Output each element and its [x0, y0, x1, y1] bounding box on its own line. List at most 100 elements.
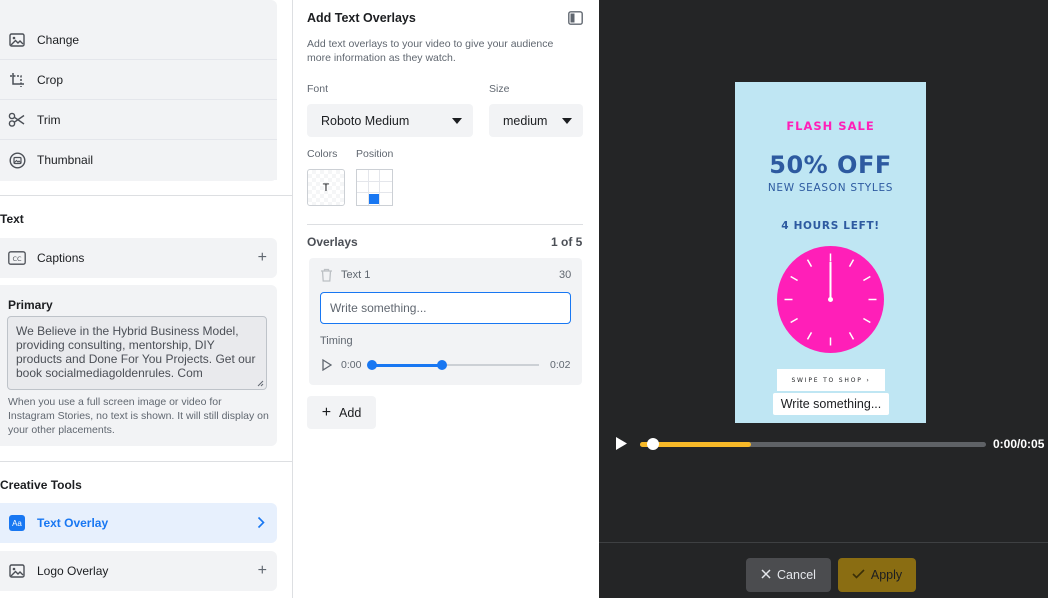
trim-button[interactable]: Trim	[0, 100, 277, 140]
cancel-label: Cancel	[777, 568, 816, 582]
timing-label: Timing	[320, 335, 353, 347]
divider	[307, 224, 583, 225]
position-cell[interactable]	[368, 181, 381, 194]
text-section-title: Text	[0, 212, 24, 226]
overlay-text-input[interactable]	[320, 292, 571, 324]
font-value: Roboto Medium	[321, 113, 410, 128]
apply-button[interactable]: Apply	[838, 558, 916, 592]
creative-tools-title: Creative Tools	[0, 478, 82, 492]
plus-icon: +	[321, 403, 332, 421]
thumbnail-icon	[8, 151, 26, 169]
crop-icon	[8, 71, 26, 89]
image-icon	[8, 31, 26, 49]
thumbnail-label: Thumbnail	[37, 153, 94, 167]
size-dropdown[interactable]: medium	[489, 104, 583, 137]
caret-down-icon	[562, 118, 572, 124]
panel-description: Add text overlays to your video to give …	[307, 38, 554, 64]
image-icon	[8, 562, 26, 580]
timing-slider-track[interactable]	[367, 360, 539, 370]
position-cell[interactable]	[368, 193, 381, 205]
colors-label: Colors	[307, 148, 338, 160]
position-cell[interactable]	[380, 193, 392, 205]
crop-button[interactable]: Crop	[0, 60, 277, 100]
left-panel: Change Crop Trim Thumbnail Text CC Capti…	[0, 0, 293, 598]
timing-slider-range	[372, 363, 443, 367]
text-overlay-button[interactable]: Aa Text Overlay	[0, 503, 277, 543]
thumbnail-button[interactable]: Thumbnail	[0, 140, 277, 180]
color-swatch-text: T	[322, 181, 330, 194]
video-progress-handle[interactable]	[647, 438, 660, 450]
svg-text:CC: CC	[12, 255, 22, 263]
primary-help-text: When you use a full screen image or vide…	[8, 396, 269, 436]
position-cell[interactable]	[357, 170, 369, 182]
caret-down-icon	[452, 118, 462, 124]
position-cell[interactable]	[368, 170, 381, 182]
crop-label: Crop	[37, 73, 64, 87]
discount-text: 50% OFF	[769, 151, 892, 179]
trash-icon[interactable]	[320, 268, 333, 285]
apply-label: Apply	[870, 568, 903, 582]
position-cell[interactable]	[380, 182, 392, 194]
change-label: Change	[37, 33, 80, 47]
primary-text-field[interactable]: We Believe in the Hybrid Business Model,…	[7, 316, 267, 390]
action-bar: Cancel Apply	[599, 542, 1048, 598]
section-divider	[0, 195, 292, 196]
text-overlay-icon: Aa	[8, 514, 26, 532]
panel-title: Add Text Overlays	[307, 11, 416, 25]
font-label: Font	[307, 83, 329, 95]
cancel-button[interactable]: Cancel	[746, 558, 831, 592]
add-captions-icon[interactable]: +	[258, 250, 267, 266]
change-media-button[interactable]: Change	[0, 20, 277, 60]
position-grid[interactable]	[356, 169, 393, 206]
clock-graphic	[777, 246, 884, 353]
scissors-icon	[8, 111, 26, 129]
add-label: Add	[339, 405, 362, 420]
video-preview: FLASH SALE 50% OFF NEW SEASON STYLES 4 H…	[735, 82, 926, 423]
position-cell[interactable]	[380, 170, 392, 182]
resize-handle-icon[interactable]	[257, 380, 264, 387]
video-progress-bar[interactable]	[640, 438, 986, 450]
flash-sale-text: FLASH SALE	[786, 119, 875, 133]
close-icon	[761, 568, 771, 582]
captions-button[interactable]: CC Captions +	[0, 238, 277, 278]
size-value: medium	[503, 113, 548, 128]
logo-overlay-label: Logo Overlay	[37, 564, 109, 578]
play-icon[interactable]	[615, 436, 628, 454]
preview-panel: FLASH SALE 50% OFF NEW SEASON STYLES 4 H…	[599, 0, 1048, 598]
size-label: Size	[489, 83, 510, 95]
text-overlay-badge: Aa	[9, 515, 25, 531]
font-dropdown[interactable]: Roboto Medium	[307, 104, 473, 137]
overlays-count: 1 of 5	[551, 235, 583, 249]
hours-left-text: 4 HOURS LEFT!	[781, 220, 880, 232]
swipe-to-shop-banner: SWIPE TO SHOP ›	[777, 369, 885, 391]
add-logo-overlay-icon[interactable]: +	[258, 563, 267, 579]
overlay-text-preview: Write something...	[773, 393, 889, 415]
time-display: 0:00/0:05	[993, 437, 1045, 451]
chevron-right-icon	[257, 516, 265, 532]
clock-center	[828, 297, 833, 302]
timing-start-handle[interactable]	[367, 360, 377, 370]
play-icon[interactable]	[322, 358, 333, 374]
text-overlay-panel: Add Text Overlays Add text overlays to y…	[293, 0, 599, 598]
check-icon	[852, 568, 865, 582]
primary-text-value: We Believe in the Hybrid Business Model,…	[16, 324, 256, 380]
timing-end-handle[interactable]	[437, 360, 448, 370]
add-overlay-button[interactable]: + Add	[307, 396, 376, 429]
position-label: Position	[356, 148, 394, 160]
position-cell[interactable]	[357, 181, 369, 194]
collapse-panel-icon[interactable]	[568, 11, 583, 28]
color-swatch[interactable]: T	[307, 169, 345, 206]
logo-overlay-button[interactable]: Logo Overlay +	[0, 551, 277, 591]
captions-label: Captions	[37, 251, 85, 265]
position-selected-marker	[368, 194, 379, 205]
overlay-char-count: 30	[559, 269, 572, 281]
timing-end: 0:02	[550, 359, 571, 371]
overlays-label: Overlays	[307, 235, 358, 249]
text-overlay-label: Text Overlay	[37, 516, 109, 530]
primary-title: Primary	[8, 298, 53, 312]
trim-label: Trim	[37, 113, 61, 127]
subtitle-text: NEW SEASON STYLES	[767, 182, 894, 194]
position-cell[interactable]	[357, 193, 369, 205]
captions-icon: CC	[8, 249, 26, 267]
section-divider	[0, 461, 292, 462]
